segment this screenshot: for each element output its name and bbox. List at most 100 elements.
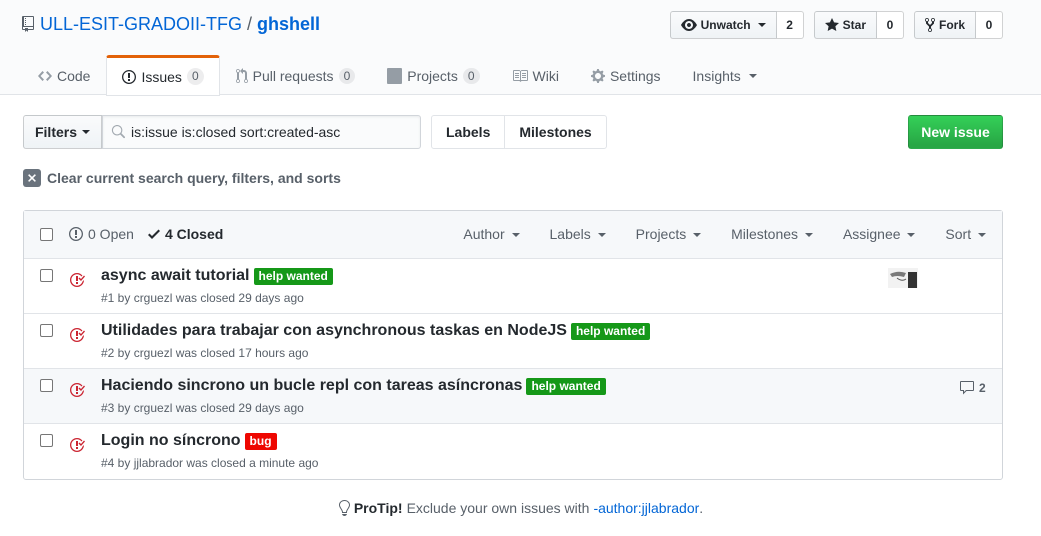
assignee-filter-label: Assignee <box>842 226 901 242</box>
issue-row: Login no síncrono bug #4 by jjlabrador w… <box>24 424 1002 479</box>
issues-counter: 0 <box>186 68 204 85</box>
author-filter[interactable]: Author <box>463 226 520 242</box>
issue-title: Haciendo sincrono un bucle repl con tare… <box>101 377 606 395</box>
watch-count[interactable]: 2 <box>776 11 804 39</box>
star-icon <box>824 18 839 31</box>
watch-button[interactable]: Unwatch <box>669 11 777 39</box>
tab-insights[interactable]: Insights <box>677 55 773 95</box>
fork-group: Fork 0 <box>913 11 1003 39</box>
issues-list: 0 Open 4 Closed Author Labels Projects M… <box>23 210 1003 480</box>
issue-row: Haciendo sincrono un bucle repl con tare… <box>24 369 1002 424</box>
filters-button[interactable]: Filters <box>23 115 102 149</box>
issue-title-link[interactable]: Haciendo sincrono un bucle repl con tare… <box>101 377 522 395</box>
labels-filter-label: Labels <box>549 226 591 242</box>
issue-meta: #4 by jjlabrador was closed a minute ago <box>101 456 319 470</box>
chevron-down-icon <box>748 74 757 78</box>
milestones-filter[interactable]: Milestones <box>731 226 813 242</box>
issue-checkbox[interactable] <box>40 269 53 282</box>
tab-pull-requests[interactable]: Pull requests 0 <box>220 55 372 95</box>
chevron-down-icon <box>597 233 606 238</box>
star-button[interactable]: Star <box>813 11 877 39</box>
table-filters: Author Labels Projects Milestones Assign… <box>463 226 986 242</box>
tab-wiki-label: Wiki <box>532 68 559 84</box>
fork-button[interactable]: Fork <box>913 11 976 39</box>
issue-checkbox[interactable] <box>40 434 53 447</box>
projects-counter: 0 <box>462 67 480 85</box>
chevron-down-icon <box>693 233 702 238</box>
search-box <box>102 115 421 149</box>
issue-closed-icon <box>70 272 85 287</box>
issue-title-link[interactable]: async await tutorial <box>101 267 250 285</box>
tab-insights-label: Insights <box>692 68 741 84</box>
open-issues-link[interactable]: 0 Open <box>69 226 134 242</box>
tab-projects[interactable]: Projects 0 <box>371 55 495 95</box>
issue-checkbox[interactable] <box>40 379 53 392</box>
star-count[interactable]: 0 <box>876 11 904 39</box>
issue-title: async await tutorial help wanted <box>101 267 333 285</box>
label-help-wanted[interactable]: help wanted <box>253 267 333 285</box>
comments-link[interactable]: 2 <box>959 380 986 396</box>
repo-actions: Unwatch 2 Star 0 Fork 0 <box>669 11 1003 39</box>
fork-icon <box>924 17 935 33</box>
issue-closed-icon <box>70 327 85 342</box>
issue-title-link[interactable]: Utilidades para trabajar con asynchronou… <box>101 322 567 340</box>
comment-icon <box>960 381 974 395</box>
repo-owner-link[interactable]: ULL-ESIT-GRADOII-TFG <box>40 12 242 36</box>
tab-code[interactable]: Code <box>22 55 106 95</box>
issue-title: Login no síncrono bug <box>101 432 277 450</box>
label-help-wanted[interactable]: help wanted <box>570 322 651 340</box>
closed-issues-link[interactable]: 4 Closed <box>147 226 223 242</box>
sort-filter-label: Sort <box>945 226 972 242</box>
project-icon <box>387 68 403 84</box>
protip-link[interactable]: -author:jjlabrador <box>593 500 699 516</box>
chevron-down-icon <box>978 233 986 238</box>
star-label: Star <box>842 18 866 32</box>
star-group: Star 0 <box>813 11 904 39</box>
issue-title: Utilidades para trabajar con asynchronou… <box>101 322 651 340</box>
tab-settings[interactable]: Settings <box>575 55 677 95</box>
label-help-wanted[interactable]: help wanted <box>526 377 606 395</box>
pull-request-icon <box>235 68 248 84</box>
chevron-down-icon <box>804 233 813 238</box>
clear-query-link[interactable]: Clear current search query, filters, and… <box>23 169 341 187</box>
sort-filter[interactable]: Sort <box>945 226 986 242</box>
issue-checkbox[interactable] <box>40 324 53 337</box>
assignee-filter[interactable]: Assignee <box>842 226 916 242</box>
labels-link[interactable]: Labels <box>432 116 504 148</box>
search-input[interactable] <box>131 124 411 140</box>
pulls-counter: 0 <box>338 67 356 85</box>
tab-code-label: Code <box>57 68 91 84</box>
fork-count[interactable]: 0 <box>976 11 1003 39</box>
tab-issues[interactable]: Issues 0 <box>106 55 220 96</box>
issues-subnav: Filters Labels Milestones New issue <box>23 115 1003 149</box>
author-filter-label: Author <box>463 226 505 242</box>
issue-title-link[interactable]: Login no síncrono <box>101 432 241 450</box>
close-icon <box>23 169 41 187</box>
watch-label: Unwatch <box>700 18 751 32</box>
chevron-down-icon <box>82 130 90 134</box>
tab-projects-label: Projects <box>407 68 458 84</box>
protip-end: . <box>699 500 704 516</box>
milestones-link[interactable]: Milestones <box>504 116 605 148</box>
labels-milestones-group: Labels Milestones <box>431 115 607 149</box>
comments-count: 2 <box>979 381 986 395</box>
repo-header: ULL-ESIT-GRADOII-TFG / ghshell Unwatch 2… <box>0 0 1041 96</box>
new-issue-button[interactable]: New issue <box>908 115 1003 149</box>
label-bug[interactable]: bug <box>244 432 277 450</box>
labels-filter[interactable]: Labels <box>550 226 606 242</box>
tab-wiki[interactable]: Wiki <box>496 55 575 95</box>
avatar[interactable] <box>888 268 918 288</box>
issue-closed-icon <box>70 382 85 397</box>
code-icon <box>38 71 52 81</box>
search-icon <box>111 125 125 139</box>
projects-filter[interactable]: Projects <box>636 226 702 242</box>
eye-icon <box>680 19 697 31</box>
issue-row: Utilidades para trabajar con asynchronou… <box>24 314 1002 369</box>
tab-issues-label: Issues <box>141 68 182 85</box>
select-all-checkbox[interactable] <box>40 228 53 241</box>
issues-list-header: 0 Open 4 Closed Author Labels Projects M… <box>24 211 1002 259</box>
tab-pull-requests-label: Pull requests <box>252 68 334 84</box>
issue-meta: #2 by crguezl was closed 17 hours ago <box>101 346 309 360</box>
check-icon <box>147 229 160 239</box>
repo-name-link[interactable]: ghshell <box>257 12 320 36</box>
